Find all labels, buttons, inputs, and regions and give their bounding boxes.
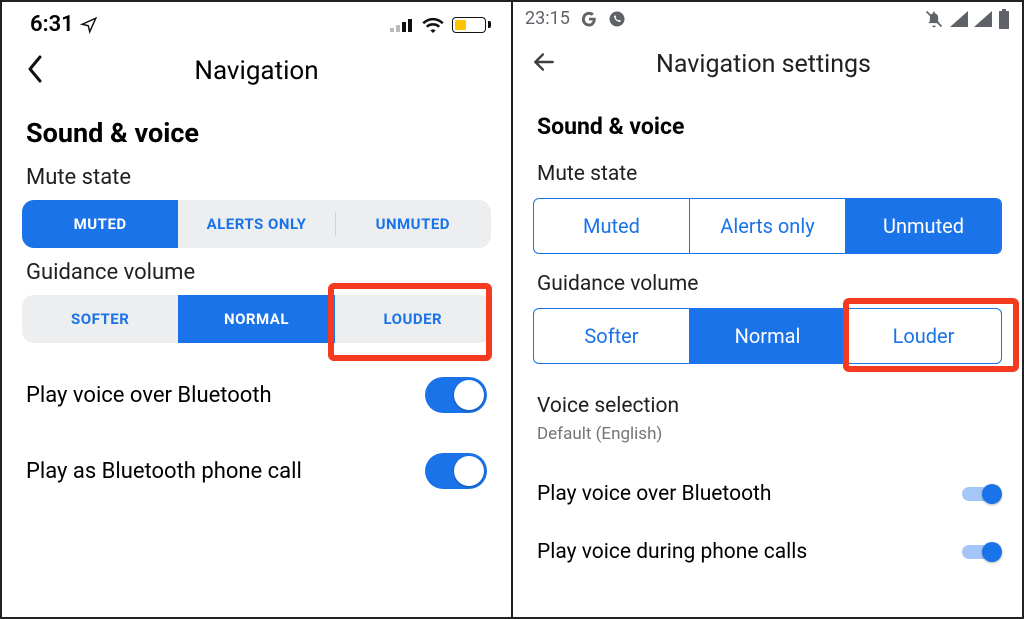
android-screenshot: 23:15 Navigation settings Sound & voice … — [513, 2, 1022, 617]
mute-state-segmented: Muted Alerts only Unmuted — [533, 198, 1002, 254]
do-not-disturb-icon — [924, 9, 944, 29]
status-right — [390, 17, 491, 33]
mute-state-option-muted[interactable]: Muted — [534, 199, 689, 253]
row-play-voice-during-calls[interactable]: Play voice during phone calls — [513, 526, 1022, 570]
voice-selection-value: Default (English) — [513, 424, 1022, 458]
mute-state-option-alerts-only[interactable]: ALERTS ONLY — [178, 200, 334, 248]
signal-icon-2 — [974, 11, 992, 27]
page-title: Navigation — [194, 56, 318, 86]
section-heading: Sound & voice — [2, 99, 511, 159]
mute-state-label: Mute state — [2, 159, 511, 200]
page-title: Navigation settings — [523, 50, 1004, 79]
status-time-text: 6:31 — [30, 12, 74, 37]
guidance-volume-segmented: SOFTER NORMAL LOUDER — [22, 295, 491, 343]
wifi-icon — [422, 17, 444, 33]
voice-selection-label[interactable]: Voice selection — [513, 372, 1022, 430]
guidance-option-softer[interactable]: SOFTER — [22, 295, 178, 343]
guidance-option-normal[interactable]: NORMAL — [178, 295, 334, 343]
google-icon — [580, 10, 598, 28]
row-label: Play voice during phone calls — [537, 540, 807, 564]
row-label: Play voice over Bluetooth — [26, 383, 272, 408]
row-play-voice-bluetooth[interactable]: Play voice over Bluetooth — [2, 357, 511, 433]
battery-icon — [452, 17, 491, 33]
toggle-play-voice-bluetooth[interactable] — [962, 484, 1000, 504]
toggle-play-voice-during-calls[interactable] — [962, 542, 1000, 562]
cellular-icon — [390, 18, 414, 32]
mute-state-option-unmuted[interactable]: UNMUTED — [335, 200, 491, 248]
signal-icon — [950, 11, 968, 27]
ios-status-bar: 6:31 — [2, 2, 511, 43]
status-time: 6:31 — [30, 12, 98, 37]
guidance-volume-segmented: Softer Normal Louder — [533, 308, 1002, 364]
guidance-volume-label: Guidance volume — [513, 262, 1022, 308]
phone-icon — [608, 10, 626, 28]
guidance-option-louder[interactable]: LOUDER — [335, 295, 491, 343]
guidance-option-louder[interactable]: Louder — [845, 309, 1001, 363]
android-app-bar: Navigation settings — [513, 33, 1022, 93]
mute-state-option-alerts-only[interactable]: Alerts only — [689, 199, 845, 253]
section-heading: Sound & voice — [513, 93, 1022, 152]
toggle-play-bt-phone-call[interactable] — [425, 453, 487, 489]
back-button[interactable] — [18, 46, 52, 96]
ios-screenshot: 6:31 Navigat — [2, 2, 511, 617]
row-play-bt-phone-call[interactable]: Play as Bluetooth phone call — [2, 433, 511, 509]
row-label: Play as Bluetooth phone call — [26, 459, 302, 484]
mute-state-option-unmuted[interactable]: Unmuted — [845, 199, 1001, 253]
guidance-volume-label: Guidance volume — [2, 254, 511, 295]
mute-state-label: Mute state — [513, 152, 1022, 198]
row-play-voice-bluetooth[interactable]: Play voice over Bluetooth — [513, 468, 1022, 512]
mute-state-option-muted[interactable]: MUTED — [22, 200, 178, 248]
guidance-option-normal[interactable]: Normal — [689, 309, 845, 363]
row-label: Play voice over Bluetooth — [537, 482, 772, 506]
location-icon — [80, 16, 98, 34]
battery-icon — [998, 9, 1010, 29]
ios-app-bar: Navigation — [2, 43, 511, 99]
android-status-bar: 23:15 — [513, 2, 1022, 33]
mute-state-segmented: MUTED ALERTS ONLY UNMUTED — [22, 200, 491, 248]
toggle-play-voice-bluetooth[interactable] — [425, 377, 487, 413]
guidance-option-softer[interactable]: Softer — [534, 309, 689, 363]
status-time-text: 23:15 — [525, 8, 570, 29]
